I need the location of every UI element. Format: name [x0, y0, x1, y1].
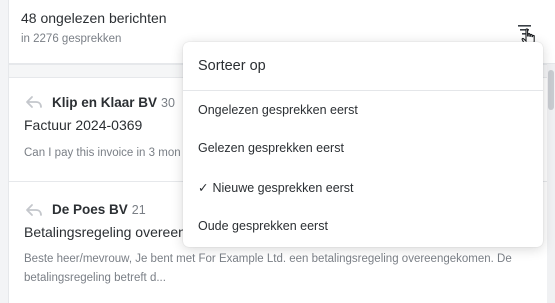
- message-sender: De Poes BV 21: [52, 202, 146, 217]
- sort-dropdown: Sorteer op Ongelezen gesprekken eerst Ge…: [183, 42, 543, 247]
- reply-icon: [26, 96, 42, 108]
- sort-dropdown-title: Sorteer op: [198, 58, 266, 74]
- scrollbar[interactable]: [547, 64, 555, 303]
- message-preview: Beste heer/mevrouw, Je bent met For Exam…: [24, 253, 512, 284]
- reply-icon: [26, 204, 42, 216]
- dropdown-divider: [183, 90, 543, 91]
- message-subject: Factuur 2024-0369: [24, 117, 143, 133]
- conversation-count: in 2276 gesprekken: [21, 33, 122, 45]
- sort-option-newest-first[interactable]: ✓ Nieuwe gesprekken eerst: [198, 180, 354, 195]
- scrollbar-thumb[interactable]: [548, 70, 554, 110]
- message-number: 30: [161, 96, 175, 110]
- sort-option-read-first[interactable]: Gelezen gesprekken eerst: [198, 141, 344, 155]
- unread-count: 48 ongelezen berichten: [21, 10, 167, 26]
- sort-option-unread-first[interactable]: Ongelezen gesprekken eerst: [198, 103, 358, 117]
- message-subject: Betalingsregeling overeen: [24, 224, 186, 240]
- message-sender: Klip en Klaar BV 30: [52, 95, 175, 110]
- check-icon: ✓: [198, 181, 209, 195]
- sort-option-oldest-first[interactable]: Oude gesprekken eerst: [198, 219, 328, 233]
- message-number: 21: [131, 203, 146, 217]
